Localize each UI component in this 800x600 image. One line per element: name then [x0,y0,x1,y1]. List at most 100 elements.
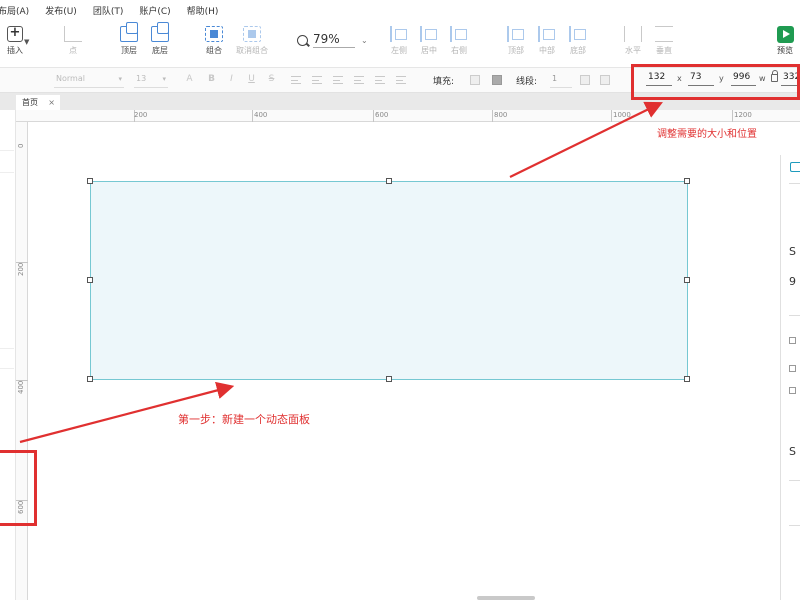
distribute-vertical-icon [655,26,673,42]
align-middle-label: 中部 [539,46,555,55]
ruler-tick [252,110,253,122]
panel-checkbox[interactable] [789,337,796,344]
font-color-icon[interactable]: A [184,74,195,85]
panel-divider [0,150,14,151]
tab-home-page[interactable]: 首页 × [16,95,60,110]
font-select[interactable]: Normal ▾ [54,74,124,88]
panel-divider [0,368,14,369]
resize-handle-right[interactable] [684,277,690,283]
horizontal-scrollbar[interactable] [477,596,535,600]
zoom-control[interactable]: 79% ⌄ [297,32,368,48]
stroke-color-swatch[interactable] [580,75,590,85]
align-center-icon [420,26,438,42]
align-right-label: 右侧 [451,46,467,55]
group-label: 组合 [206,46,222,55]
panel-divider [789,480,800,481]
align-right-button[interactable]: 右侧 [446,26,472,56]
ruler-label: 400 [17,380,25,394]
zoom-value[interactable]: 79% [313,32,355,48]
align-bottom-button[interactable]: 底部 [565,26,591,56]
menu-publish[interactable]: 发布(U) [39,4,77,17]
group-button[interactable]: 组合 [201,26,227,56]
justify-text-icon[interactable] [354,76,364,84]
menu-account[interactable]: 账户(C) [133,4,170,17]
play-icon [776,26,794,43]
resize-annotation-text: 调整需要的大小和位置 [657,129,757,140]
resize-handle-top-left[interactable] [87,178,93,184]
point-icon [64,26,82,42]
zoom-search-icon [297,34,308,46]
ungroup-icon [243,26,261,42]
align-left-text-icon[interactable] [291,76,301,84]
panel-checkbox[interactable] [789,387,796,394]
send-to-back-icon [151,22,169,42]
resize-handle-bottom[interactable] [386,376,392,382]
panel-checkbox[interactable] [789,365,796,372]
panel-divider [789,183,800,184]
horizontal-label: 水平 [625,46,641,55]
bold-button[interactable]: B [206,74,217,85]
italic-button[interactable]: I [226,74,237,85]
panel-glyph: S [789,445,796,458]
chevron-down-icon: ▾ [118,75,122,83]
panel-tab-icon[interactable] [790,162,800,172]
tab-label: 首页 [22,98,38,107]
align-center-button[interactable]: 居中 [416,26,442,56]
align-right-icon [450,26,468,42]
ruler-label: 0 [17,143,25,148]
left-panel [0,110,16,600]
ruler-tick [732,110,733,122]
underline-button[interactable]: U [246,74,257,85]
align-bottom-label: 底部 [570,46,586,55]
stroke-style-swatch[interactable] [600,75,610,85]
font-size-value: 13 [136,74,147,83]
resize-handle-top-right[interactable] [684,178,690,184]
menu-team[interactable]: 团队(T) [87,4,124,17]
ruler-tick [492,110,493,122]
insert-label: 插入 [7,46,23,55]
align-right-text-icon[interactable] [333,76,343,84]
ruler-label: 200 [17,262,25,276]
close-icon[interactable]: × [48,95,55,110]
panel-glyph: 9 [789,275,796,288]
vertical-label: 垂直 [656,46,672,55]
distribute-horizontal-button[interactable]: 水平 [620,26,646,56]
send-to-bottom-button[interactable]: 底层 [147,22,173,56]
resize-handle-bottom-left[interactable] [87,376,93,382]
align-middle-button[interactable]: 中部 [534,26,560,56]
align-left-button[interactable]: 左侧 [386,26,412,56]
ruler-tick [611,110,612,122]
bring-to-top-button[interactable]: 顶层 [116,22,142,56]
dynamic-panel-widget[interactable] [90,181,688,380]
ungroup-label: 取消组合 [236,46,268,55]
ungroup-button[interactable]: 取消组合 [234,26,270,56]
plus-icon: + [7,26,23,42]
menu-bar: 布局(A) 发布(U) 团队(T) 账户(C) 帮助(H) [0,0,800,20]
menu-help[interactable]: 帮助(H) [181,4,219,17]
distribute-vertical-button[interactable]: 垂直 [651,26,677,56]
panel-divider [0,348,14,349]
align-top-button[interactable]: 顶部 [503,26,529,56]
strikethrough-button[interactable]: S [266,74,277,85]
point-button[interactable]: 点 [60,26,86,56]
horizontal-ruler: 200 400 600 800 1000 1200 [16,110,800,122]
fill-color-swatch[interactable] [470,75,480,85]
bottom-label: 底层 [152,46,168,55]
indent-icon[interactable] [396,76,406,84]
resize-handle-left[interactable] [87,277,93,283]
step1-annotation-text: 第一步：新建一个动态面板 [178,413,310,426]
resize-fields-highlight [631,64,800,100]
insert-dropdown-icon[interactable]: ▼ [24,38,29,46]
fill-style-swatch[interactable] [492,75,502,85]
stroke-width-input[interactable]: 1 [550,74,572,88]
font-size-select[interactable]: 13 ▾ [134,74,168,88]
resize-handle-bottom-right[interactable] [684,376,690,382]
font-value: Normal [56,74,85,83]
zoom-dropdown-icon[interactable]: ⌄ [361,36,368,45]
preview-button[interactable]: 预览 [772,26,798,56]
align-center-text-icon[interactable] [312,76,322,84]
ruler-label: 600 [375,111,389,119]
list-icon[interactable] [375,76,385,84]
resize-handle-top[interactable] [386,178,392,184]
menu-layout[interactable]: 布局(A) [0,4,29,17]
